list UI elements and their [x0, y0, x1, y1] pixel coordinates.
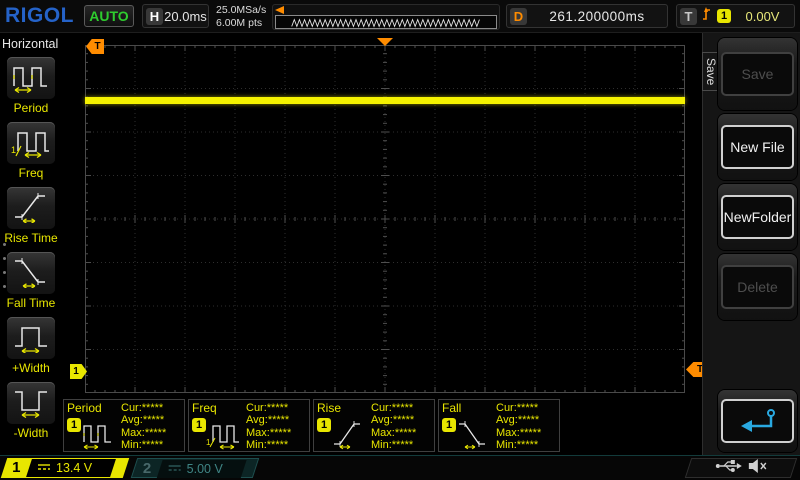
new-file-button-label: New File	[721, 125, 794, 169]
delay-value: 261.200000ms	[527, 9, 667, 24]
timebase-value: 20.0ms	[163, 9, 208, 24]
measurement-stats: Cur:***** Avg:***** Max:***** Min:*****	[121, 402, 166, 451]
measurement-period: Period 1 Cur:***** Avg:***** Max:***** M…	[63, 399, 185, 452]
save-button[interactable]: Save	[718, 38, 797, 110]
delete-button-label: Delete	[721, 265, 794, 309]
measurement-title: Freq	[192, 401, 217, 415]
sidebar-item-rise-time-label: Rise Time	[0, 231, 62, 245]
rise-wave-icon	[331, 414, 367, 455]
return-arrow-icon	[735, 406, 781, 437]
menu-tab-save: Save	[702, 52, 719, 91]
measurement-fall: Fall 1 Cur:***** Avg:***** Max:***** Min…	[438, 399, 560, 452]
channel-badge: 1	[317, 418, 331, 432]
sidebar-item-minus-width[interactable]	[7, 382, 55, 424]
waveform-preview	[272, 4, 500, 30]
measurement-title: Rise	[317, 401, 341, 415]
run-state-badge: AUTO	[84, 5, 134, 27]
measurement-stats: Cur:***** Avg:***** Max:***** Min:*****	[496, 402, 541, 451]
plus-width-icon	[11, 319, 51, 358]
channel-badge: 1	[192, 418, 206, 432]
new-file-button[interactable]: New File	[718, 114, 797, 180]
measurement-title: Period	[67, 401, 102, 415]
rise-time-icon	[11, 189, 51, 228]
fall-wave-icon	[456, 414, 492, 455]
trigger-readout: T 1 0.00V	[676, 4, 795, 28]
sidebar-item-plus-width[interactable]	[7, 317, 55, 359]
channel1-readout: 13.4 V	[26, 459, 116, 477]
rising-edge-icon	[702, 6, 713, 26]
channel2-badge[interactable]: 2 5.00 V	[131, 458, 259, 478]
sidebar-item-fall-time-label: Fall Time	[0, 296, 62, 310]
measurement-stats: Cur:***** Avg:***** Max:***** Min:*****	[246, 402, 291, 451]
speaker-muted-icon	[748, 458, 768, 479]
svg-text:1: 1	[11, 145, 16, 155]
sidebar-item-fall-time[interactable]	[7, 252, 55, 294]
channel2-number: 2	[143, 460, 151, 477]
preview-trigger-marker-icon	[275, 6, 284, 14]
sidebar-item-freq-label: Freq	[0, 166, 62, 180]
scroll-indicator-dot	[3, 243, 6, 246]
measurement-title: Fall	[442, 401, 461, 415]
return-button[interactable]	[718, 390, 797, 452]
freq-wave-icon: 1	[206, 414, 242, 455]
freq-icon: 1	[11, 124, 51, 163]
usb-icon	[715, 458, 742, 479]
fall-time-icon	[11, 254, 51, 293]
channel-badge: 1	[67, 418, 81, 432]
delete-button[interactable]: Delete	[718, 254, 797, 320]
dc-coupling-icon	[168, 460, 182, 478]
new-folder-button[interactable]: NewFolder	[718, 184, 797, 250]
scroll-indicator-dot	[3, 285, 6, 288]
statusbar-icon-group	[685, 458, 797, 478]
trigger-level-value: 0.00V	[731, 9, 794, 24]
period-icon	[11, 59, 51, 98]
channel2-scale-value: 5.00 V	[187, 462, 223, 476]
channel2-readout: 5.00 V	[157, 460, 247, 478]
return-button-face	[721, 399, 794, 443]
top-status-bar: RIGOL AUTO H 20.0ms 25.0MSa/s 6.00M pts …	[0, 0, 800, 33]
channel-badge: 1	[442, 418, 456, 432]
sidebar-title: Horizontal	[2, 37, 58, 51]
period-wave-icon	[81, 414, 117, 455]
preview-wave	[275, 15, 497, 29]
acquisition-readout: 25.0MSa/s 6.00M pts	[216, 4, 266, 30]
delay-badge: D	[510, 8, 527, 25]
dc-coupling-icon	[37, 459, 51, 477]
channel1-number: 1	[12, 459, 20, 476]
sidebar-item-period[interactable]	[7, 57, 55, 99]
sidebar-item-minus-width-label: -Width	[0, 426, 62, 440]
sidebar-item-plus-width-label: +Width	[0, 361, 62, 375]
delay-readout: D 261.200000ms	[506, 4, 668, 28]
scroll-indicator-dot	[3, 257, 6, 260]
memory-depth: 6.00M pts	[216, 17, 266, 30]
measurement-freq: Freq 1 1 Cur:***** Avg:***** Max:***** M…	[188, 399, 310, 452]
measurement-rise: Rise 1 Cur:***** Avg:***** Max:***** Min…	[313, 399, 435, 452]
trigger-source-badge: 1	[717, 9, 731, 23]
trigger-badge: T	[680, 8, 697, 25]
bottom-status-bar: 1 13.4 V 2 5.0	[0, 455, 800, 480]
sidebar-item-freq[interactable]: 1	[7, 122, 55, 164]
minus-width-icon	[11, 384, 51, 423]
scroll-indicator-dot	[3, 271, 6, 274]
channel1-badge[interactable]: 1 13.4 V	[1, 458, 129, 478]
sidebar-item-period-label: Period	[0, 101, 62, 115]
channel1-scale-value: 13.4 V	[56, 461, 92, 475]
sample-rate: 25.0MSa/s	[216, 4, 266, 17]
rigol-logo: RIGOL	[5, 4, 74, 28]
channel1-trace	[85, 97, 685, 104]
sidebar-item-rise-time[interactable]	[7, 187, 55, 229]
horizontal-badge: H	[146, 8, 163, 25]
new-folder-button-label: NewFolder	[721, 195, 794, 239]
oscilloscope-screen: RIGOL AUTO H 20.0ms 25.0MSa/s 6.00M pts …	[0, 0, 800, 480]
timebase-readout: H 20.0ms	[142, 4, 209, 28]
save-button-label: Save	[721, 52, 794, 96]
measurement-stats: Cur:***** Avg:***** Max:***** Min:*****	[371, 402, 416, 451]
